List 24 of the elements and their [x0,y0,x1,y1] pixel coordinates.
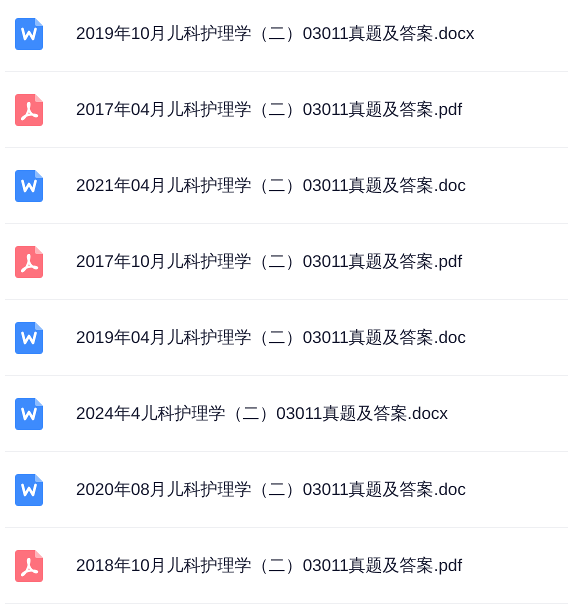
file-row[interactable]: 2020年08月儿科护理学（二）03011真题及答案.doc [5,452,568,528]
file-name: 2019年04月儿科护理学（二）03011真题及答案.doc [76,326,466,349]
document-icon [15,170,43,202]
file-row[interactable]: 2017年10月儿科护理学（二）03011真题及答案.pdf [5,224,568,300]
document-icon [15,474,43,506]
file-row[interactable]: 2019年10月儿科护理学（二）03011真题及答案.docx [5,0,568,72]
file-row[interactable]: 2019年04月儿科护理学（二）03011真题及答案.doc [5,300,568,376]
file-name: 2020年08月儿科护理学（二）03011真题及答案.doc [76,478,466,501]
file-row[interactable]: 2017年04月儿科护理学（二）03011真题及答案.pdf [5,72,568,148]
document-icon [15,322,43,354]
file-row[interactable]: 2021年04月儿科护理学（二）03011真题及答案.doc [5,148,568,224]
file-row[interactable]: 2024年4儿科护理学（二）03011真题及答案.docx [5,376,568,452]
pdf-icon [15,246,43,278]
file-name: 2024年4儿科护理学（二）03011真题及答案.docx [76,402,448,425]
file-row[interactable]: 2018年10月儿科护理学（二）03011真题及答案.pdf [5,528,568,604]
file-name: 2017年04月儿科护理学（二）03011真题及答案.pdf [76,98,462,121]
file-name: 2017年10月儿科护理学（二）03011真题及答案.pdf [76,250,462,273]
pdf-icon [15,550,43,582]
pdf-icon [15,94,43,126]
file-name: 2018年10月儿科护理学（二）03011真题及答案.pdf [76,554,462,577]
file-name: 2021年04月儿科护理学（二）03011真题及答案.doc [76,174,466,197]
document-icon [15,18,43,50]
file-name: 2019年10月儿科护理学（二）03011真题及答案.docx [76,22,474,45]
document-icon [15,398,43,430]
